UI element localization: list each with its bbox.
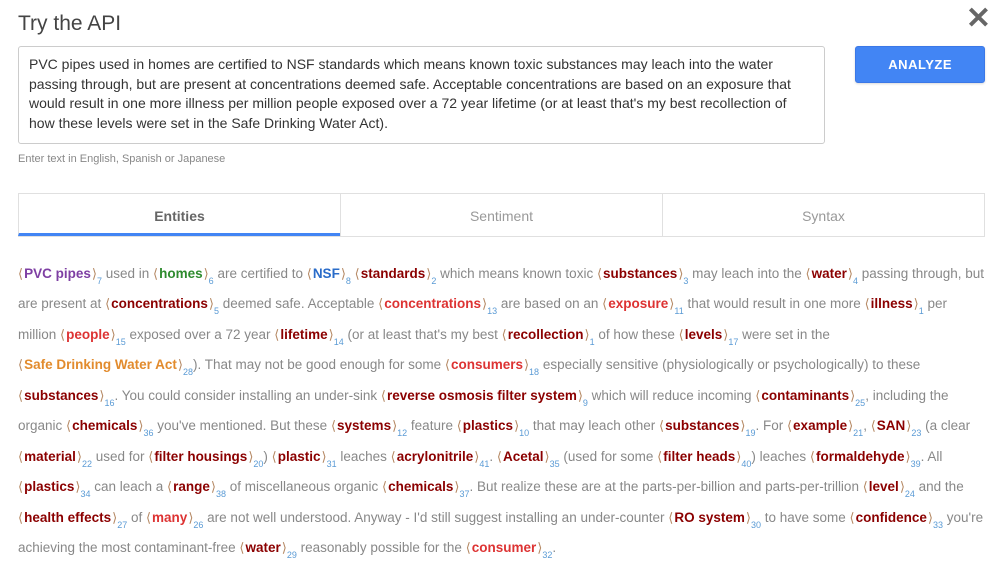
entity-token: ⟨substances⟩19 [659, 418, 755, 433]
entity-token: ⟨many⟩26 [146, 510, 203, 525]
entity-token: ⟨PVC pipes⟩7 [18, 266, 102, 281]
entity-token: ⟨exposure⟩11 [602, 296, 684, 311]
tab-syntax[interactable]: Syntax [662, 193, 985, 236]
entity-token: ⟨health effects⟩27 [18, 510, 127, 525]
entity-token: ⟨systems⟩12 [331, 418, 407, 433]
entity-token: ⟨substances⟩16 [18, 388, 114, 403]
entity-token: ⟨people⟩15 [60, 327, 126, 342]
entity-token: ⟨recollection⟩1 [502, 327, 595, 342]
entity-token: ⟨consumers⟩18 [445, 357, 539, 372]
tab-entities[interactable]: Entities [18, 193, 341, 236]
entity-token: ⟨example⟩21 [787, 418, 863, 433]
entity-token: ⟨levels⟩17 [679, 327, 739, 342]
entity-token: ⟨substances⟩3 [597, 266, 688, 281]
entity-token: ⟨filter housings⟩20 [148, 449, 263, 464]
entity-token: ⟨acrylonitrile⟩41 [391, 449, 490, 464]
input-hint: Enter text in English, Spanish or Japane… [18, 153, 825, 165]
modal-title: Try the API [18, 12, 985, 36]
entity-token: ⟨range⟩38 [167, 479, 226, 494]
entity-token: ⟨concentrations⟩13 [378, 296, 497, 311]
entity-token: ⟨plastics⟩10 [457, 418, 529, 433]
entity-token: ⟨RO system⟩30 [668, 510, 761, 525]
entity-token: ⟨material⟩22 [18, 449, 92, 464]
entity-token: ⟨NSF⟩8 [307, 266, 351, 281]
entity-token: ⟨filter heads⟩40 [657, 449, 751, 464]
entity-token: ⟨plastics⟩34 [18, 479, 90, 494]
entity-token: ⟨homes⟩6 [153, 266, 214, 281]
text-input[interactable] [18, 46, 825, 144]
entity-token: ⟨water⟩29 [239, 540, 296, 555]
entity-token: ⟨confidence⟩33 [850, 510, 943, 525]
textarea-wrap: Enter text in English, Spanish or Japane… [18, 46, 825, 165]
entity-token: ⟨formaldehyde⟩39 [810, 449, 921, 464]
entity-token: ⟨concentrations⟩5 [105, 296, 219, 311]
entity-token: ⟨water⟩4 [806, 266, 858, 281]
entity-token: ⟨illness⟩1 [865, 296, 924, 311]
entity-token: ⟨chemicals⟩36 [66, 418, 153, 433]
entity-token: ⟨contaminants⟩25 [755, 388, 865, 403]
analyze-button[interactable]: ANALYZE [855, 46, 985, 83]
entity-token: ⟨consumer⟩32 [466, 540, 553, 555]
entity-token: ⟨Acetal⟩35 [497, 449, 560, 464]
tabs: Entities Sentiment Syntax [18, 193, 985, 237]
entity-token: ⟨plastic⟩31 [272, 449, 337, 464]
entity-token: ⟨Safe Drinking Water Act⟩28 [18, 357, 193, 372]
entities-result: ⟨PVC pipes⟩7 used in ⟨homes⟩6 are certif… [18, 259, 985, 564]
tab-sentiment[interactable]: Sentiment [340, 193, 663, 236]
close-icon[interactable]: ✕ [966, 4, 991, 34]
entity-token: ⟨chemicals⟩37 [382, 479, 469, 494]
entity-token: ⟨reverse osmosis filter system⟩9 [381, 388, 588, 403]
entity-token: ⟨lifetime⟩14 [274, 327, 343, 342]
entity-token: ⟨standards⟩2 [355, 266, 437, 281]
entity-token: ⟨SAN⟩23 [871, 418, 922, 433]
input-row: Enter text in English, Spanish or Japane… [18, 46, 985, 165]
entity-token: ⟨level⟩24 [863, 479, 915, 494]
try-api-modal: ✕ Try the API Enter text in English, Spa… [0, 0, 1003, 576]
